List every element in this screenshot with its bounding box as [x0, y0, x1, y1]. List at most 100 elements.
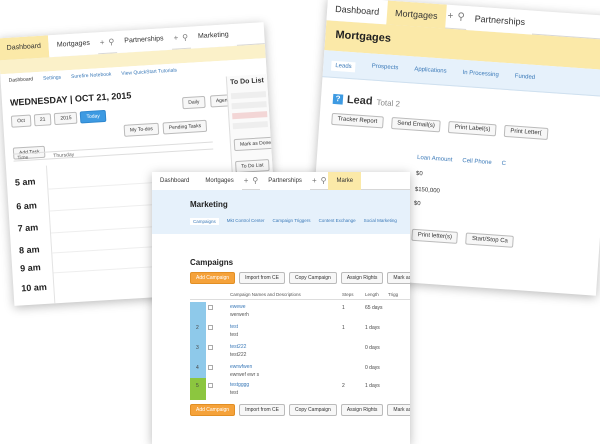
campaign-steps: 1 — [342, 305, 345, 311]
col-trigger[interactable]: Trigg — [388, 292, 398, 297]
lead-total: Total 2 — [376, 97, 401, 109]
row-checkbox[interactable] — [208, 325, 213, 330]
col-loan-amount[interactable]: Loan Amount — [417, 155, 453, 163]
tab-partnerships[interactable]: Partnerships — [115, 27, 173, 53]
search-icon[interactable]: ⚲ — [250, 176, 260, 185]
add-campaign-button[interactable]: Add Campaign — [190, 272, 236, 284]
table-row[interactable]: ewewe werwerh 1 65 days — [152, 302, 410, 322]
campaign-length: 1 days — [365, 325, 380, 331]
table-row[interactable]: 2 test test 1 1 days — [152, 322, 410, 342]
tab-dashboard[interactable]: Dashboard — [152, 172, 198, 190]
row-checkbox[interactable] — [208, 383, 213, 388]
day-select[interactable]: 21 — [33, 113, 52, 127]
mark-done-button[interactable]: Mark as Done — [233, 136, 278, 152]
subtab-surefire-notebook[interactable]: Surefire Notebook — [71, 72, 112, 80]
tracker-report-button[interactable]: Tracker Report — [331, 112, 384, 129]
campaign-desc: ewrwef ewr s — [230, 372, 260, 378]
row-checkbox[interactable] — [208, 365, 213, 370]
loan-value-3: $0 — [413, 200, 421, 208]
tab-partnerships[interactable]: Partnerships — [260, 172, 310, 190]
hour-9am: 9 am — [19, 262, 41, 274]
row-checkbox[interactable] — [208, 345, 213, 350]
mark-as-hidden-button[interactable]: Mark as Hidd — [387, 272, 410, 284]
plus-icon[interactable]: + — [242, 176, 251, 185]
print-letter-button[interactable]: Print Letter( — [503, 124, 548, 140]
col-steps[interactable]: Steps — [342, 292, 354, 297]
tab-mortgages[interactable]: Mortgages — [48, 31, 99, 57]
col-length[interactable]: Length — [365, 292, 379, 297]
pending-tasks-select[interactable]: Pending Tasks — [162, 119, 208, 135]
subtab-dashboard[interactable]: Dashboard — [8, 76, 33, 83]
tab-mortgages[interactable]: Mortgages — [197, 172, 242, 190]
subtab-settings[interactable]: Settings — [43, 75, 61, 82]
copy-campaign-button[interactable]: Copy Campaign — [288, 272, 337, 284]
row-checkbox[interactable] — [208, 305, 213, 310]
campaigns-table-header: Campaign Names and Descriptions Steps Le… — [190, 290, 410, 300]
table-row[interactable]: 4 ewrwfwen ewrwef ewr s 0 days — [152, 362, 410, 382]
table-row[interactable]: 3 test222 test222 0 days — [152, 342, 410, 362]
send-emails-button[interactable]: Send Email(s) — [390, 117, 442, 133]
subtab-quickstart-tutorials[interactable]: View QuickStart Tutorials — [121, 68, 177, 77]
plus-icon[interactable]: + — [310, 176, 319, 185]
daily-button[interactable]: Daily — [182, 95, 206, 110]
subtab-leads[interactable]: Leads — [330, 60, 356, 73]
subtab-social-marketing[interactable]: Social Marketing — [364, 218, 397, 225]
print-letters-button[interactable]: Print letter(s) — [411, 228, 459, 244]
campaign-actions: Add Campaign Import from CE Copy Campaig… — [190, 272, 410, 284]
year-select[interactable]: 2015 — [54, 111, 78, 126]
copy-campaign-button[interactable]: Copy Campaign — [288, 404, 337, 416]
campaign-length: 65 days — [365, 305, 383, 311]
col-cell-phone[interactable]: Cell Phone — [462, 158, 492, 166]
help-icon[interactable]: ? — [332, 93, 344, 105]
col-c[interactable]: C — [501, 161, 506, 167]
col-names[interactable]: Campaign Names and Descriptions — [230, 292, 301, 297]
month-select[interactable]: Oct — [10, 114, 32, 128]
todo-title: To Do List — [229, 77, 265, 87]
tab-partnerships[interactable]: Partnerships — [465, 5, 534, 35]
add-campaign-button[interactable]: Add Campaign — [190, 404, 236, 416]
marketing-header: Marketing Campaigns Mkt Control Center C… — [152, 190, 410, 234]
lead-heading: ? Lead Total 2 — [332, 93, 401, 110]
campaign-length: 0 days — [365, 345, 380, 351]
import-from-ce-button[interactable]: Import from CE — [239, 404, 285, 416]
subtab-content-exchange[interactable]: Content Exchange — [319, 218, 356, 225]
my-todos-select[interactable]: My To-dos — [123, 122, 160, 137]
import-from-ce-button[interactable]: Import from CE — [239, 272, 285, 284]
tab-mortgages[interactable]: Mortgages — [386, 0, 447, 29]
search-icon[interactable]: ⚲ — [180, 33, 190, 43]
subtab-mkt-control-center[interactable]: Mkt Control Center — [227, 218, 265, 225]
campaign-name[interactable]: ewrwfwen — [230, 364, 252, 370]
subtab-campaigns[interactable]: Campaigns — [190, 218, 219, 225]
row-number: 2 — [196, 325, 199, 331]
campaign-name[interactable]: ewewe — [230, 304, 246, 310]
to-do-list-button[interactable]: To Do List — [235, 159, 270, 174]
loan-value-1: $0 — [415, 170, 423, 178]
loan-value-2: $150,000 — [414, 186, 441, 195]
main-tabs: Dashboard Mortgages + ⚲ Partnerships + ⚲… — [152, 172, 410, 190]
tab-marketing[interactable]: Marke — [328, 172, 362, 190]
tab-dashboard[interactable]: Dashboard — [0, 34, 50, 60]
marketing-collage: Dashboard Mortgages + ⚲ Partnerships + ⚲… — [0, 0, 600, 444]
search-icon[interactable]: ⚲ — [319, 176, 329, 185]
search-icon[interactable]: ⚲ — [455, 11, 467, 23]
search-icon[interactable]: ⚲ — [106, 37, 116, 47]
tab-dashboard[interactable]: Dashboard — [326, 0, 389, 24]
start-stop-campaign-button[interactable]: Start/Stop Ca — [465, 232, 515, 248]
campaign-name[interactable]: test — [230, 324, 238, 330]
table-row[interactable]: 5 testgggg test 2 1 days — [152, 380, 410, 400]
todo-filters: My To-dos Pending Tasks — [123, 119, 208, 137]
assign-rights-button[interactable]: Assign Rights — [340, 404, 384, 416]
campaign-name[interactable]: testgggg — [230, 382, 249, 388]
campaign-name[interactable]: test222 — [230, 344, 246, 350]
subtab-in-processing[interactable]: In Processing — [462, 70, 499, 83]
today-button[interactable]: Today — [80, 109, 107, 124]
subtab-applications[interactable]: Applications — [414, 66, 447, 78]
subtab-campaign-triggers[interactable]: Campaign Triggers — [273, 218, 311, 225]
print-labels-button[interactable]: Print Label(s) — [448, 121, 497, 137]
assign-rights-button[interactable]: Assign Rights — [340, 272, 384, 284]
mark-as-hidden-button[interactable]: Mark as Hidd — [387, 404, 410, 416]
subtab-prospects[interactable]: Prospects — [371, 64, 398, 76]
day-header: Thursday — [53, 151, 75, 160]
tab-marketing[interactable]: Marketing — [189, 23, 238, 49]
subtab-funded[interactable]: Funded — [514, 74, 536, 85]
